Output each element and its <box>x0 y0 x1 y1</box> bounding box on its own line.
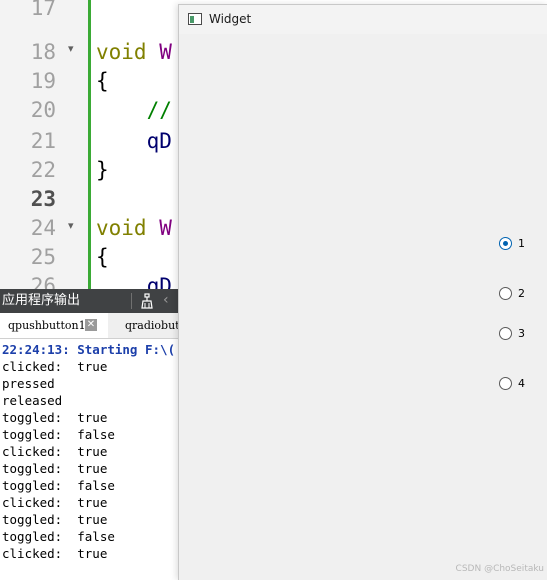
tab-qradiobutton[interactable]: qradiobut <box>125 313 180 338</box>
radio-indicator[interactable] <box>499 287 512 300</box>
code-line: void W <box>96 214 172 243</box>
change-marker-bar <box>88 0 91 289</box>
line-number: 17 <box>30 0 56 20</box>
radio-label[interactable]: 1 <box>518 236 525 252</box>
output-tab-bar: qpushbutton1 ✕ qradiobut <box>0 313 180 339</box>
output-line: clicked: true <box>2 359 108 374</box>
output-line: toggled: false <box>2 427 115 442</box>
line-number: 26 <box>30 274 56 289</box>
radio-indicator[interactable] <box>499 237 512 250</box>
output-line: toggled: true <box>2 461 108 476</box>
function-name-token: W <box>159 216 172 240</box>
output-line: clicked: true <box>2 546 108 561</box>
output-line: toggled: false <box>2 529 115 544</box>
line-number: 18 <box>30 40 56 64</box>
clear-output-icon[interactable] <box>140 293 154 309</box>
radio-label[interactable]: 3 <box>518 326 525 342</box>
output-line: 22:24:13: Starting F:\( <box>2 342 176 357</box>
widget-window[interactable]: Widget 1 2 3 4 CSDN @ChoSeitaku <box>178 4 547 580</box>
code-line: qD <box>96 274 172 289</box>
output-log[interactable]: 22:24:13: Starting F:\( clicked: true pres… <box>0 339 180 579</box>
line-number-gutter: 17 18 19 20 21 22 23 24 25 26 <box>0 0 60 289</box>
divider <box>131 293 132 309</box>
line-number: 20 <box>30 98 56 122</box>
keyword-token: void <box>96 216 160 240</box>
fold-column <box>60 0 90 289</box>
line-number: 21 <box>30 129 56 153</box>
output-line: clicked: true <box>2 495 108 510</box>
line-number: 25 <box>30 245 56 269</box>
output-line: pressed <box>2 376 55 391</box>
output-line: toggled: true <box>2 410 108 425</box>
output-pane-header: 应用程序输出 ‹ <box>0 289 180 313</box>
code-line: // <box>96 98 172 122</box>
radio-label[interactable]: 4 <box>518 376 525 392</box>
tab-label: qpushbutton1 <box>8 319 86 332</box>
radio-label[interactable]: 2 <box>518 286 525 302</box>
output-line: clicked: true <box>2 444 108 459</box>
function-name-token: W <box>159 40 172 64</box>
radio-indicator[interactable] <box>499 327 512 340</box>
line-number: 19 <box>30 69 56 93</box>
window-title: Widget <box>209 12 252 26</box>
fold-arrow-icon[interactable]: ▾ <box>68 211 74 240</box>
fold-arrow-icon[interactable]: ▾ <box>68 34 74 63</box>
output-line: toggled: false <box>2 478 115 493</box>
tab-qpushbutton1[interactable]: qpushbutton1 ✕ <box>0 313 108 338</box>
code-line: void W <box>96 38 172 67</box>
output-pane-title: 应用程序输出 <box>2 293 81 308</box>
code-line: { <box>96 245 109 269</box>
code-line: } <box>96 158 109 182</box>
code-line: { <box>96 69 109 93</box>
output-line: toggled: true <box>2 512 108 527</box>
title-bar[interactable]: Widget <box>179 5 547 34</box>
output-line: released <box>2 393 63 408</box>
radio-indicator[interactable] <box>499 377 512 390</box>
watermark: CSDN @ChoSeitaku <box>455 564 544 574</box>
code-line: qD <box>96 129 172 153</box>
line-number: 22 <box>30 158 56 182</box>
chevron-left-icon[interactable]: ‹ <box>163 292 169 308</box>
window-icon <box>188 13 202 25</box>
keyword-token: void <box>96 40 160 64</box>
close-icon[interactable]: ✕ <box>85 319 97 331</box>
tab-label: qradiobut <box>125 319 180 332</box>
line-number-current: 23 <box>30 187 56 211</box>
line-number: 24 <box>30 216 56 240</box>
